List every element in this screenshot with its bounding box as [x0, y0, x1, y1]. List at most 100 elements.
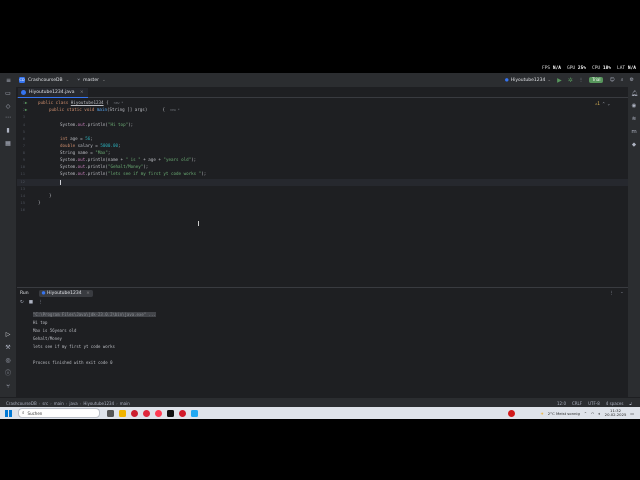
line-number: 4 [22, 122, 25, 127]
keyword: public static void [49, 107, 97, 112]
gradle-icon[interactable]: ◆ [631, 142, 637, 148]
main-menu-icon[interactable]: ≡ [6, 77, 11, 84]
problems-icon[interactable]: ⓘ [5, 371, 11, 377]
line-number: 13 [20, 186, 25, 191]
opera-gx-icon[interactable] [143, 409, 150, 417]
stop-icon[interactable]: ■ [29, 300, 33, 305]
chevron-right-icon: › [50, 400, 52, 406]
folder-icon[interactable]: ▭ [5, 91, 11, 97]
project-badge: CD [19, 77, 26, 83]
clock[interactable]: 11:32 20.02.2025 [604, 408, 627, 418]
run-config-selector[interactable]: ● Hiyoutube1234 ⌄ [505, 78, 551, 83]
string-literal: "Max" [95, 150, 108, 155]
debug-icon[interactable]: ✲ [568, 77, 573, 84]
java-file-icon [21, 90, 26, 95]
code-line: } [38, 200, 41, 205]
breadcrumb-item[interactable]: CrashcourseDB [6, 401, 37, 406]
code-editor[interactable]: 1 2 3 4 5 6 7 8 9 10 11 12 13 14 15 16 ▶… [17, 98, 628, 281]
run-gutter-icon[interactable]: ▶ [25, 107, 27, 112]
line-number: 10 [20, 164, 25, 169]
code-text: System. [60, 171, 78, 176]
user-icon[interactable]: ☺ [609, 77, 614, 83]
notifications-icon[interactable]: 🔔︎ [631, 91, 638, 97]
code-text: String name = [60, 150, 96, 155]
code-line: public class Hiyoutube1234 { new * [38, 100, 123, 105]
wifi-icon[interactable]: ◠ [591, 411, 594, 416]
chevron-down-icon: ⌄ [65, 77, 70, 83]
recording-icon[interactable] [508, 409, 515, 417]
project-name: CrashcourseDB [28, 77, 63, 83]
notification-icon[interactable]: ▭ [630, 411, 634, 416]
keyword: double [60, 143, 78, 148]
opera-browser-icon[interactable] [179, 409, 186, 417]
rerun-icon[interactable]: ↻ [20, 300, 24, 305]
search-placeholder: Suchen [27, 410, 43, 416]
commit-icon[interactable]: ◇ [5, 104, 11, 110]
chevron-right-icon: › [79, 400, 82, 406]
code-text: ); [201, 171, 207, 176]
clock-date: 20.02.2025 [604, 412, 627, 417]
chevron-up-icon[interactable]: ⌃ [584, 411, 587, 416]
console-output[interactable]: "C:\Program Files\Java\jdk-23.0.2\bin\ja… [33, 311, 156, 367]
ai-assistant-icon[interactable]: ◉ [631, 103, 637, 109]
run-icon[interactable]: ▶ [557, 77, 562, 84]
close-icon[interactable]: × [80, 90, 84, 95]
file-explorer-icon[interactable] [119, 409, 126, 417]
task-view-icon[interactable] [107, 409, 114, 417]
breadcrumb-item[interactable]: main [120, 401, 130, 406]
breadcrumb-item[interactable]: main [54, 401, 64, 406]
run-tab-hiyoutube1234[interactable]: ● Hiyoutube1234 × [38, 290, 93, 297]
run-tool-icon[interactable]: ▷ [5, 332, 11, 338]
editor-scrollbar[interactable] [625, 98, 628, 281]
tab-hiyoutube1234-java[interactable]: Hiyoutube1234.java × [18, 88, 88, 98]
line-number: 2 [22, 107, 25, 112]
more-icon[interactable]: ⋮ [38, 300, 43, 305]
volume-icon[interactable]: 🔈︎ [598, 411, 600, 416]
breadcrumb-item[interactable]: Hiyoutube1234 [83, 401, 114, 406]
string-literal: "Hi top" [107, 122, 129, 127]
code-text: age = [70, 136, 86, 141]
opera-gx-icon[interactable] [155, 409, 162, 417]
run-gutter-icon[interactable]: ▶ [25, 100, 27, 105]
indent-setting[interactable]: 4 spaces [606, 401, 624, 406]
lock-icon[interactable]: 🔓︎ [629, 401, 632, 406]
more-icon[interactable]: ⋮ [610, 291, 615, 296]
inspection-widget[interactable]: ⚠1 ⌃ ⌄ [595, 101, 610, 106]
file-encoding[interactable]: UTF-8 [588, 401, 600, 406]
line-number: 16 [20, 207, 25, 212]
services-icon[interactable]: ◎ [5, 358, 11, 364]
line-ending[interactable]: CRLF [572, 401, 582, 406]
breadcrumb-item[interactable]: java [69, 401, 77, 406]
caret-position[interactable]: 12:0 [557, 401, 566, 406]
search-icon[interactable]: ⌕ [621, 77, 624, 83]
settings-icon[interactable]: ⚙ [630, 77, 634, 83]
method-name: main [96, 107, 107, 112]
taskbar-search[interactable]: ⌕ Suchen [18, 408, 100, 418]
intellij-icon[interactable] [167, 409, 174, 417]
plugins-icon[interactable]: ▦ [5, 141, 11, 147]
build-icon[interactable]: ⚒ [5, 345, 11, 351]
bookmark-icon[interactable]: ▮ [5, 128, 11, 134]
windows-start-icon[interactable] [5, 409, 12, 417]
trial-badge[interactable]: Trial [589, 77, 604, 83]
code-text: ; [118, 143, 121, 148]
git-icon[interactable]: ⑂ [5, 384, 11, 390]
line-number: 14 [20, 193, 25, 198]
minimize-icon[interactable]: – [621, 291, 623, 296]
close-icon[interactable]: × [86, 291, 90, 296]
branch-selector[interactable]: ⑂ master ⌄ [77, 77, 106, 84]
console-command[interactable]: "C:\Program Files\Java\jdk-23.0.2\bin\ja… [33, 312, 156, 317]
database-icon[interactable]: ≋ [631, 116, 637, 122]
project-selector[interactable]: CD CrashcourseDB ⌄ [19, 77, 69, 83]
more-icon[interactable]: ⋮ [579, 78, 584, 83]
weather-text[interactable]: 2°C Meist sonnig [548, 411, 580, 416]
vscode-icon[interactable] [191, 409, 198, 417]
branch-name: master [83, 77, 99, 83]
maven-icon[interactable]: m [631, 129, 637, 135]
opera-icon[interactable] [131, 409, 138, 417]
breadcrumb-item[interactable]: src [42, 401, 48, 406]
chevron-down-icon: ⌄ [101, 77, 106, 83]
breadcrumb: CrashcourseDB › src › main › java › Hiyoutub… [6, 401, 130, 406]
run-tool-window: Run ● Hiyoutube1234 × ⋮ – ↻ ■ ⋮ "C:\Prog… [17, 287, 628, 397]
structure-icon[interactable]: ⋯ [5, 115, 11, 121]
